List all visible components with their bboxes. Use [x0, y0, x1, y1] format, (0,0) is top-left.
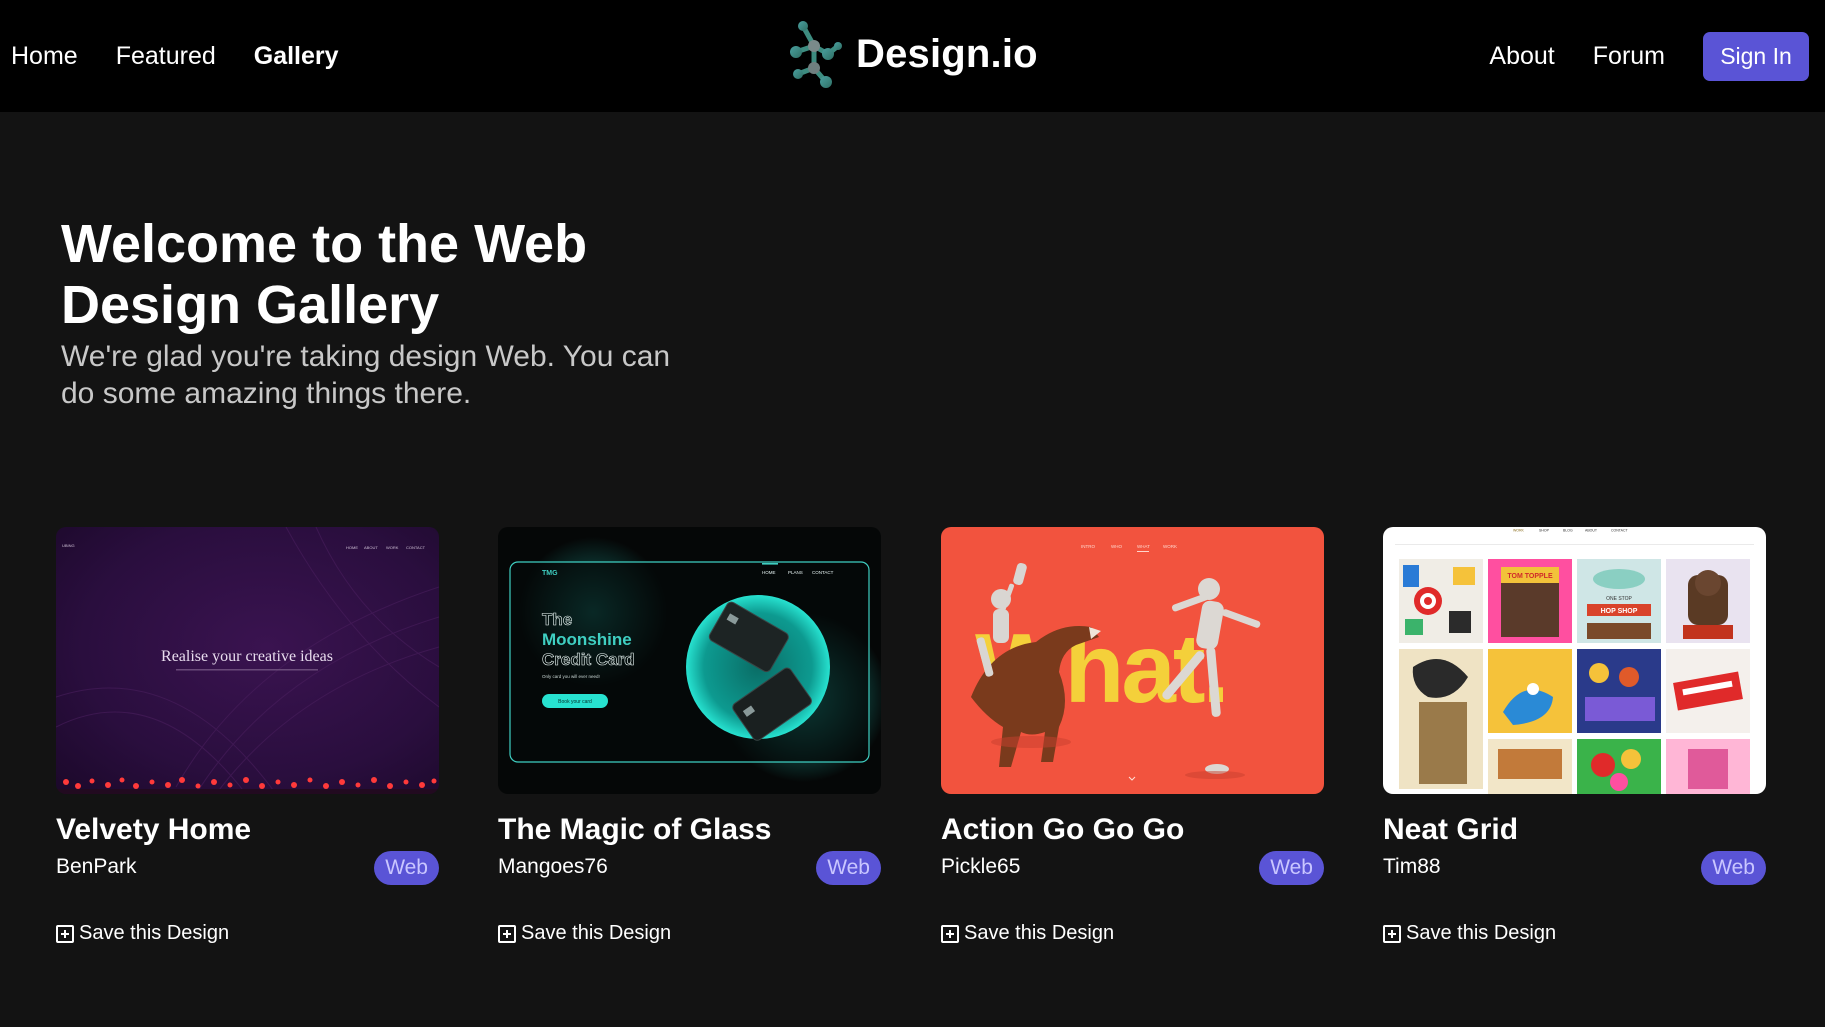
design-title[interactable]: Action Go Go Go — [941, 813, 1184, 847]
nav-featured-link[interactable]: Featured — [116, 42, 216, 71]
glass-cta: Book your card — [558, 699, 592, 705]
design-card: UBING HOME ABOUT WORK CONTACT Realise yo… — [56, 527, 439, 957]
grid-poster-3: HOP SHOP — [1601, 608, 1638, 615]
plus-square-icon — [941, 924, 959, 943]
grid-nav-blog: BLOG — [1563, 529, 1573, 533]
grid-nav-about: ABOUT — [1585, 529, 1598, 533]
nav-about-link[interactable]: About — [1489, 42, 1554, 71]
page-subtitle-line-2: do some amazing things there. — [61, 377, 472, 410]
design-author[interactable]: Mangoes76 — [498, 855, 608, 879]
glass-line-2: Moonshine — [542, 630, 632, 649]
velvety-nav-contact: CONTACT — [406, 545, 426, 550]
category-tag[interactable]: Web — [374, 851, 439, 885]
save-design-button[interactable]: Save this Design — [941, 922, 1114, 945]
plus-square-icon — [1383, 924, 1401, 943]
velvety-nav-work: WORK — [386, 545, 399, 550]
action-nav-what: WHAT — [1137, 544, 1150, 549]
glass-nav-plans: PLANS — [788, 570, 803, 575]
plus-square-icon — [498, 924, 516, 943]
page-title: Welcome to the Web Design Gallery — [61, 214, 701, 336]
design-card: WORK SHOP BLOG ABOUT CONTACT TOM TOPPLE … — [1383, 527, 1766, 957]
design-thumbnail[interactable]: TMG HOME PLANS CONTACT The Moonshine Cre… — [498, 527, 881, 794]
design-title[interactable]: Neat Grid — [1383, 813, 1518, 847]
grid-poster-1: TOM TOPPLE — [1507, 573, 1553, 580]
save-design-label: Save this Design — [521, 922, 672, 944]
magic-of-glass-preview-image: TMG HOME PLANS CONTACT The Moonshine Cre… — [498, 527, 881, 794]
grid-nav-contact: CONTACT — [1611, 529, 1629, 533]
glass-nav-home: HOME — [762, 570, 776, 575]
design-thumbnail[interactable]: What. INTRO WHO WHAT WORK — [941, 527, 1324, 794]
page-subtitle-line-1: We're glad you're taking design Web. You… — [61, 340, 671, 373]
top-navbar: Home Featured Gallery Design.io About Fo… — [0, 0, 1825, 112]
design-thumbnail[interactable]: WORK SHOP BLOG ABOUT CONTACT TOM TOPPLE … — [1383, 527, 1766, 794]
design-author[interactable]: BenPark — [56, 855, 137, 879]
svg-text:UBING: UBING — [62, 543, 75, 548]
velvety-nav-about: ABOUT — [364, 545, 378, 550]
neat-grid-preview-image: WORK SHOP BLOG ABOUT CONTACT TOM TOPPLE … — [1383, 527, 1766, 794]
category-tag[interactable]: Web — [1701, 851, 1766, 885]
save-design-label: Save this Design — [964, 922, 1115, 944]
page-title-line-2: Design Gallery — [61, 275, 440, 335]
brand-logo[interactable]: Design.io — [786, 16, 1038, 92]
hero-section: Welcome to the Web Design Gallery We're … — [61, 214, 701, 412]
velvety-home-preview-image: UBING HOME ABOUT WORK CONTACT Realise yo… — [56, 527, 439, 794]
glass-small-text: Only card you will ever need! — [542, 674, 600, 679]
nav-forum-link[interactable]: Forum — [1593, 42, 1665, 71]
design-title[interactable]: Velvety Home — [56, 813, 251, 847]
sign-in-button[interactable]: Sign In — [1703, 31, 1809, 81]
glass-logo: TMG — [542, 570, 558, 577]
save-design-label: Save this Design — [79, 922, 230, 944]
design-card: TMG HOME PLANS CONTACT The Moonshine Cre… — [498, 527, 881, 957]
hexagon-molecule-logo-icon — [790, 21, 842, 88]
brand-name: Design.io — [856, 31, 1038, 76]
action-nav-work: WORK — [1163, 544, 1177, 549]
design-card: What. INTRO WHO WHAT WORK Action Go Go G… — [941, 527, 1324, 957]
plus-square-icon — [56, 924, 74, 943]
action-nav-who: WHO — [1111, 544, 1122, 549]
grid-poster-2: ONE STOP — [1606, 596, 1632, 602]
glass-line-1: The — [542, 610, 572, 629]
action-go-preview-image: What. INTRO WHO WHAT WORK — [941, 527, 1324, 794]
category-tag[interactable]: Web — [816, 851, 881, 885]
design-gallery-grid: UBING HOME ABOUT WORK CONTACT Realise yo… — [56, 527, 1768, 957]
save-design-button[interactable]: Save this Design — [1383, 922, 1556, 945]
save-design-button[interactable]: Save this Design — [498, 922, 671, 945]
grid-nav-work: WORK — [1513, 529, 1525, 533]
secondary-nav: About Forum Sign In — [1489, 0, 1809, 112]
nav-gallery-link[interactable]: Gallery — [254, 42, 339, 71]
category-tag[interactable]: Web — [1259, 851, 1324, 885]
design-author[interactable]: Pickle65 — [941, 855, 1020, 879]
glass-line-3: Credit Card — [542, 650, 635, 669]
design-thumbnail[interactable]: UBING HOME ABOUT WORK CONTACT Realise yo… — [56, 527, 439, 794]
grid-nav-shop: SHOP — [1539, 529, 1550, 533]
page-subtitle: We're glad you're taking design Web. You… — [61, 338, 701, 412]
primary-nav: Home Featured Gallery — [0, 0, 339, 112]
design-author[interactable]: Tim88 — [1383, 855, 1441, 879]
action-nav-intro: INTRO — [1081, 544, 1095, 549]
nav-home-link[interactable]: Home — [11, 42, 78, 71]
glass-nav-contact: CONTACT — [812, 570, 834, 575]
save-design-button[interactable]: Save this Design — [56, 922, 229, 945]
velvety-headline: Realise your creative ideas — [161, 648, 333, 665]
save-design-label: Save this Design — [1406, 922, 1557, 944]
page-title-line-1: Welcome to the Web — [61, 214, 588, 274]
velvety-nav-home: HOME — [346, 545, 358, 550]
design-title[interactable]: The Magic of Glass — [498, 813, 771, 847]
